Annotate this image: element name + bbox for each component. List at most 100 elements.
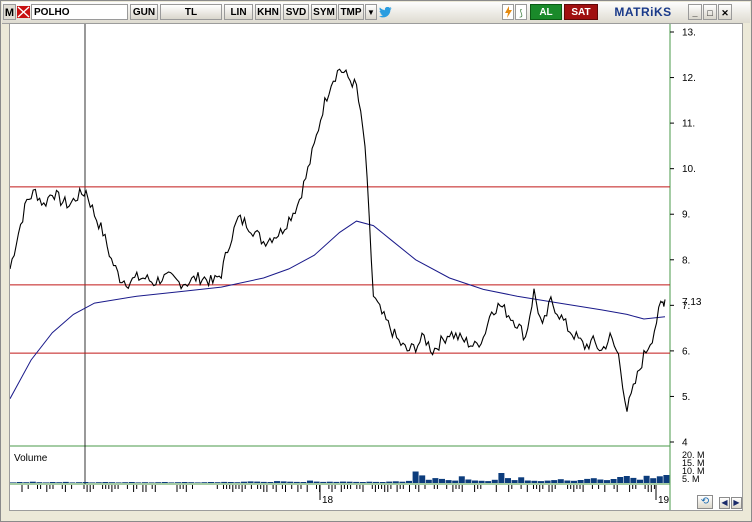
volume-bar xyxy=(590,478,597,483)
volume-bar xyxy=(135,482,142,483)
tmp-button[interactable]: TMP xyxy=(338,4,364,20)
brand-logo: MATRiKS xyxy=(614,5,672,19)
volume-bar xyxy=(274,481,280,483)
volume-bar xyxy=(320,481,327,483)
volume-bar xyxy=(458,476,465,483)
dropdown-chevron-icon[interactable]: ▼ xyxy=(365,4,377,20)
volume-bar xyxy=(505,478,511,483)
volume-bar xyxy=(89,482,96,483)
volume-bar xyxy=(188,482,195,483)
volume-bar xyxy=(115,482,122,483)
volume-bar xyxy=(656,476,663,483)
volume-bar xyxy=(340,481,346,483)
volume-bar xyxy=(313,481,320,483)
volume-bar xyxy=(346,481,353,483)
price-chart[interactable]: 13. 12. 11. 10. 9. 8. 7. 6. 5. 4 7.13 Volume 18 1… xyxy=(9,23,743,511)
twitter-icon[interactable] xyxy=(378,4,392,20)
line-type-button[interactable]: LIN xyxy=(224,4,253,20)
volume-bar xyxy=(148,482,155,483)
volume-bar xyxy=(392,481,399,484)
volume-bar xyxy=(564,480,571,483)
volume-bar xyxy=(637,479,643,483)
volume-bar xyxy=(571,480,577,483)
volume-bar xyxy=(425,479,432,483)
volume-bar xyxy=(201,482,208,483)
period-button[interactable]: GUN xyxy=(130,4,158,20)
maximize-button[interactable]: □ xyxy=(703,4,717,20)
volume-bar xyxy=(280,481,287,483)
y-axis-label: 8. xyxy=(682,255,690,266)
svd-button[interactable]: SVD xyxy=(283,4,309,20)
volume-bar xyxy=(326,481,333,483)
minimize-button[interactable]: _ xyxy=(688,4,702,20)
volume-bar xyxy=(544,480,551,483)
volume-bar xyxy=(485,481,492,483)
volume-bar xyxy=(102,482,109,483)
volume-bar xyxy=(419,475,426,483)
buy-button[interactable]: AL xyxy=(530,4,562,20)
volume-bar xyxy=(155,482,162,483)
volume-bar xyxy=(168,482,175,483)
y-axis-label: 12. xyxy=(682,73,696,84)
volume-bar xyxy=(175,482,181,483)
volume-bar xyxy=(557,479,564,483)
volume-bar xyxy=(406,480,412,483)
sell-button[interactable]: SAT xyxy=(564,4,598,20)
volume-bar xyxy=(208,482,214,483)
scroll-right-button[interactable]: ▶ xyxy=(731,497,742,509)
volume-bar xyxy=(630,477,637,483)
volume-bar xyxy=(241,481,247,483)
volume-bar xyxy=(445,480,452,483)
volume-bar xyxy=(478,480,485,483)
volume-bar xyxy=(584,478,591,483)
flag-icon[interactable] xyxy=(17,4,30,20)
volume-bar xyxy=(359,482,366,483)
status-bar xyxy=(2,511,750,521)
volume-bar xyxy=(16,482,23,483)
menu-button[interactable]: M xyxy=(3,4,16,20)
volume-bar xyxy=(643,475,650,483)
currency-button[interactable]: TL xyxy=(160,4,222,20)
volume-bar xyxy=(491,479,498,483)
close-button[interactable]: ✕ xyxy=(718,4,732,20)
volume-bar xyxy=(663,475,670,483)
volume-bar xyxy=(307,480,313,483)
sym-button[interactable]: SYM xyxy=(311,4,337,20)
volume-bar xyxy=(56,482,63,483)
volume-axis-label: 5. M xyxy=(682,474,700,484)
vertical-scrollbar[interactable] xyxy=(743,23,751,511)
volume-panel-label: Volume xyxy=(14,453,48,464)
last-price-label: 7.13 xyxy=(682,297,702,308)
chart-window: M POLHO GUN TL LIN KHN SVD SYM TMP ▼ ⟆ A… xyxy=(0,0,752,522)
y-axis-label: 6. xyxy=(682,346,690,357)
scroll-left-button[interactable]: ◀ xyxy=(719,497,730,509)
symbol-field[interactable]: POLHO xyxy=(31,4,128,20)
x-axis-label-18: 18 xyxy=(322,495,334,506)
volume-bar xyxy=(452,480,459,483)
volume-bar xyxy=(524,480,531,483)
y-axis-label: 9. xyxy=(682,210,690,221)
volume-bar xyxy=(142,482,148,483)
volume-bar xyxy=(333,481,340,483)
volume-bar xyxy=(353,481,360,483)
settings-icon[interactable]: ⟲ xyxy=(697,495,713,509)
y-axis-label: 10. xyxy=(682,164,696,175)
volume-bar xyxy=(69,482,76,483)
volume-bar xyxy=(10,482,16,483)
lightning-icon[interactable] xyxy=(502,4,514,20)
price-line xyxy=(9,68,666,412)
volume-bar xyxy=(518,477,525,483)
volume-bar xyxy=(538,481,544,483)
volume-bar xyxy=(399,481,406,483)
volume-bar xyxy=(36,482,43,483)
volume-bar xyxy=(650,478,657,483)
volume-bar xyxy=(373,481,379,483)
volume-bar xyxy=(604,480,610,483)
volume-bar xyxy=(439,478,445,483)
volume-bar xyxy=(551,480,558,483)
volume-bar xyxy=(82,482,89,483)
volume-bar xyxy=(412,471,419,483)
khn-button[interactable]: KHN xyxy=(255,4,281,20)
volume-bar xyxy=(511,480,518,483)
volume-bar xyxy=(214,482,221,483)
